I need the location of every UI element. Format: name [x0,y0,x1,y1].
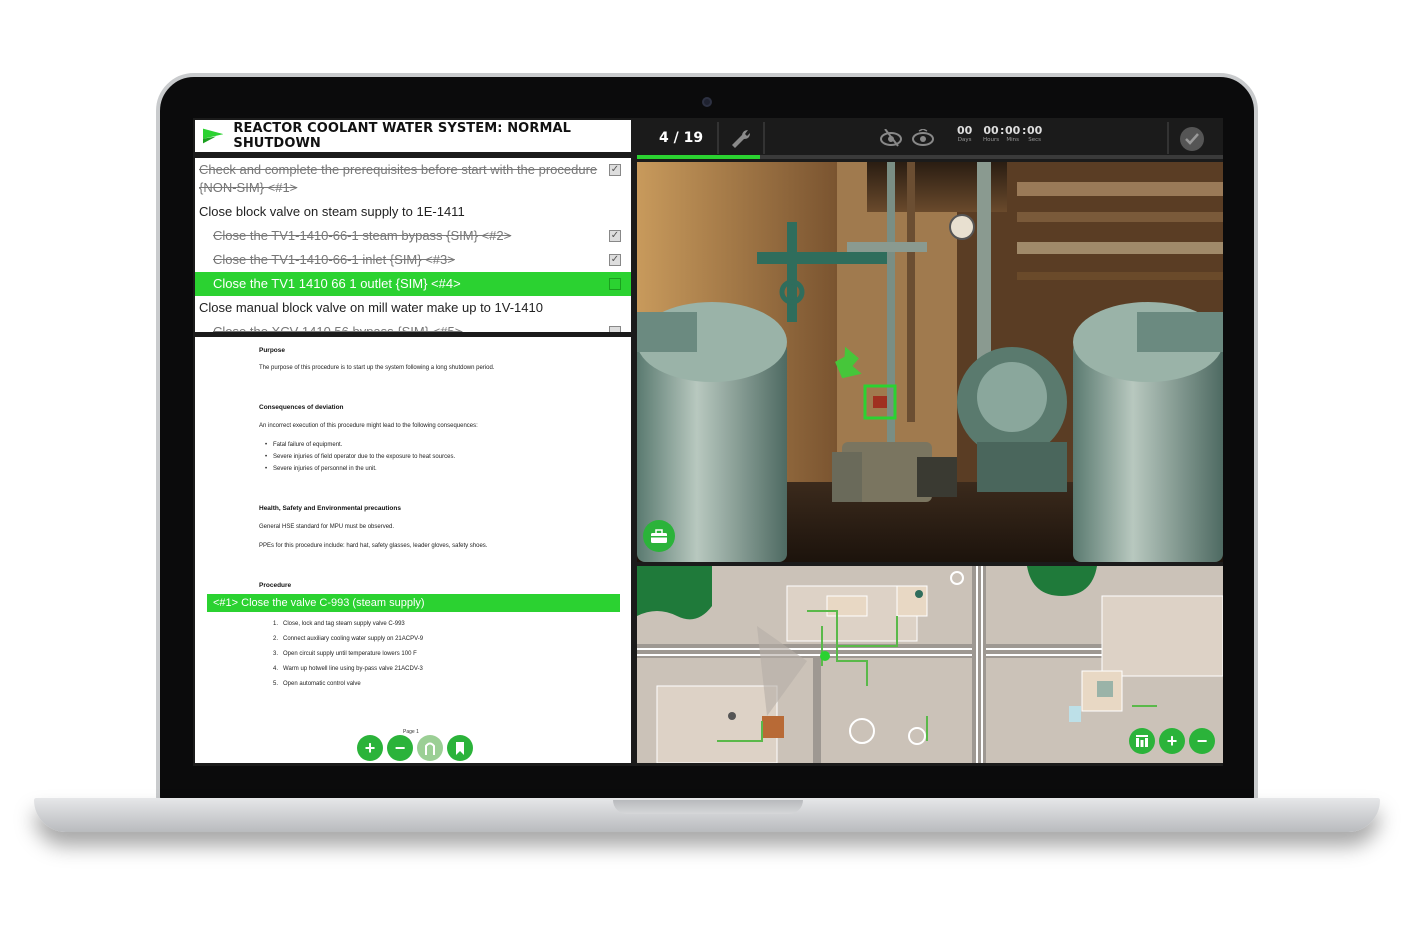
panorama-scene [637,162,1223,562]
zoom-in-icon[interactable]: + [357,735,383,761]
list-item: Severe injuries of field operator due to… [265,454,455,460]
divider [717,122,719,154]
panorama-view[interactable] [637,162,1223,562]
bookmark-icon[interactable] [447,735,473,761]
zoom-in-icon[interactable]: + [1159,728,1185,754]
procedure-step: 2. Connect auxiliary cooling water suppl… [273,636,424,642]
home-icon[interactable] [417,735,443,761]
timer-mins: 00 [1005,124,1021,137]
step-item[interactable]: Close block valve on steam supply to 1E-… [195,200,631,224]
consequences-text: An incorrect execution of this procedure… [259,423,478,429]
hse-text: General HSE standard for MPU must be obs… [259,524,395,530]
step-label: Close the TV1-1410-66-1 inlet {SIM} <#3> [213,252,455,267]
hse-text: PPEs for this procedure include: hard ha… [259,543,488,549]
layers-icon[interactable] [1129,728,1155,754]
step-checkbox[interactable] [609,326,621,332]
divider [763,122,765,154]
timer-mins-label: Mins [1006,137,1019,143]
step-checkbox[interactable]: ✓ [609,254,621,266]
list-item: Severe injuries of personnel in the unit… [265,466,377,472]
purpose-heading: Purpose [259,347,286,354]
step-label: Close the TV1-1410-66-1 steam bypass {SI… [213,228,512,243]
eye-icon[interactable] [911,129,935,147]
step-checkbox[interactable] [609,278,621,290]
step-item[interactable]: Check and complete the prerequisites bef… [195,158,631,200]
zoom-out-icon[interactable]: − [387,735,413,761]
zoom-out-icon[interactable]: − [1189,728,1215,754]
step-checkbox[interactable]: ✓ [609,230,621,242]
timer-days-label: Days [957,137,972,143]
document-viewer[interactable]: Purpose The purpose of this procedure is… [195,337,631,763]
step-counter: 4 / 19 [659,130,704,146]
map-controls: + − [1129,728,1215,754]
progress-fill [637,155,761,159]
step-list[interactable]: Check and complete the prerequisites bef… [195,158,631,332]
procedure-step: 1. Close, lock and tag steam supply valv… [273,621,405,627]
step-item[interactable]: Close manual block valve on mill water m… [195,296,631,320]
hse-heading: Health, Safety and Environmental precaut… [259,505,401,512]
step-label: Close the TV1 1410 66 1 outlet {SIM} <#4… [213,276,461,291]
step-item[interactable]: Close the TV1-1410-66-1 inlet {SIM} <#3>… [195,248,631,272]
procedure-panel: REACTOR COOLANT WATER SYSTEM: NORMAL SHU… [193,118,634,766]
step-checkbox[interactable]: ✓ [609,164,621,176]
step-label: Close block valve on steam supply to 1E-… [199,204,465,219]
play-flag-icon [203,128,224,144]
timer-days: 00 [957,124,973,137]
check-circle-icon[interactable] [1179,126,1205,152]
divider [1167,122,1169,154]
procedure-step-highlight[interactable]: <#1> Close the valve C-993 (steam supply… [207,594,620,612]
document-controls: + − [357,735,473,761]
procedure-heading: Procedure [259,582,292,589]
purpose-text: The purpose of this procedure is to star… [259,365,495,371]
top-bar: 4 / 19 00 Days 00 Hours : 00 Mins : 00 Secs [637,118,1223,159]
webcam [702,97,712,107]
timer-hours-label: Hours [983,137,1000,143]
step-item[interactable]: Close the TV1 1410 66 1 outlet {SIM} <#4… [195,272,631,296]
timer-secs: 00 [1027,124,1043,137]
procedure-step: 4. Warm up hotwell line using by-pass va… [273,666,423,672]
page-title: REACTOR COOLANT WATER SYSTEM: NORMAL SHU… [233,121,572,151]
title-bar: REACTOR COOLANT WATER SYSTEM: NORMAL SHU… [195,120,631,152]
procedure-step: 5. Open automatic control valve [273,681,361,687]
screen: REACTOR COOLANT WATER SYSTEM: NORMAL SHU… [193,118,1223,766]
site-map[interactable]: + − [637,566,1223,763]
wrench-icon[interactable] [729,128,751,148]
consequences-heading: Consequences of deviation [259,404,344,411]
laptop-base-notch [613,800,803,814]
procedure-step: 3. Open circuit supply until temperature… [273,651,417,657]
list-item: Fatal failure of equipment. [265,442,342,448]
step-label: Close manual block valve on mill water m… [199,300,543,315]
step-label: Check and complete the prerequisites bef… [199,162,598,195]
step-item[interactable]: Close the TV1-1410-66-1 steam bypass {SI… [195,224,631,248]
eye-slash-icon[interactable] [879,129,903,147]
toolbox-icon[interactable] [643,520,675,552]
step-item[interactable]: Close the XCV 1410 56 bypass {SIM} <#5> [195,320,631,332]
step-label: Close the XCV 1410 56 bypass {SIM} <#5> [213,324,463,332]
timer-hours: 00 [983,124,999,137]
timer-secs-label: Secs [1028,137,1042,143]
